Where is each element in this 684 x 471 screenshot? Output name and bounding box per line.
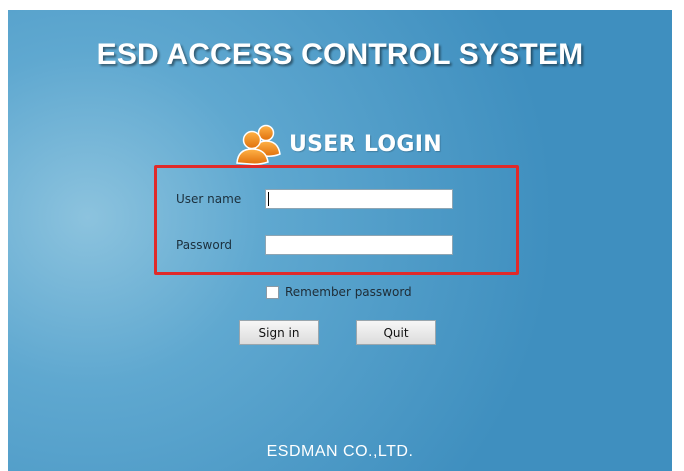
users-icon xyxy=(236,124,281,165)
username-label: User name xyxy=(176,192,242,206)
remember-password-checkbox[interactable] xyxy=(266,285,279,299)
password-label: Password xyxy=(176,238,233,252)
username-input[interactable] xyxy=(265,189,453,209)
login-heading-text: USER LOGIN xyxy=(289,131,442,157)
text-cursor xyxy=(268,192,269,206)
login-heading: USER LOGIN xyxy=(235,122,442,166)
company-footer: ESDMAN CO.,LTD. xyxy=(266,443,414,460)
password-input[interactable] xyxy=(265,235,453,255)
remember-password-label[interactable]: Remember password xyxy=(285,285,412,299)
quit-button[interactable]: Quit xyxy=(356,320,436,345)
remember-password-row[interactable]: Remember password xyxy=(266,285,412,299)
app-title: ESD ACCESS CONTROL SYSTEM xyxy=(96,38,584,71)
login-window: ESD ACCESS CONTROL SYSTEM USER LOGIN Use… xyxy=(8,10,672,471)
credentials-box: User name Password xyxy=(154,165,519,275)
sign-in-button[interactable]: Sign in xyxy=(239,320,319,345)
